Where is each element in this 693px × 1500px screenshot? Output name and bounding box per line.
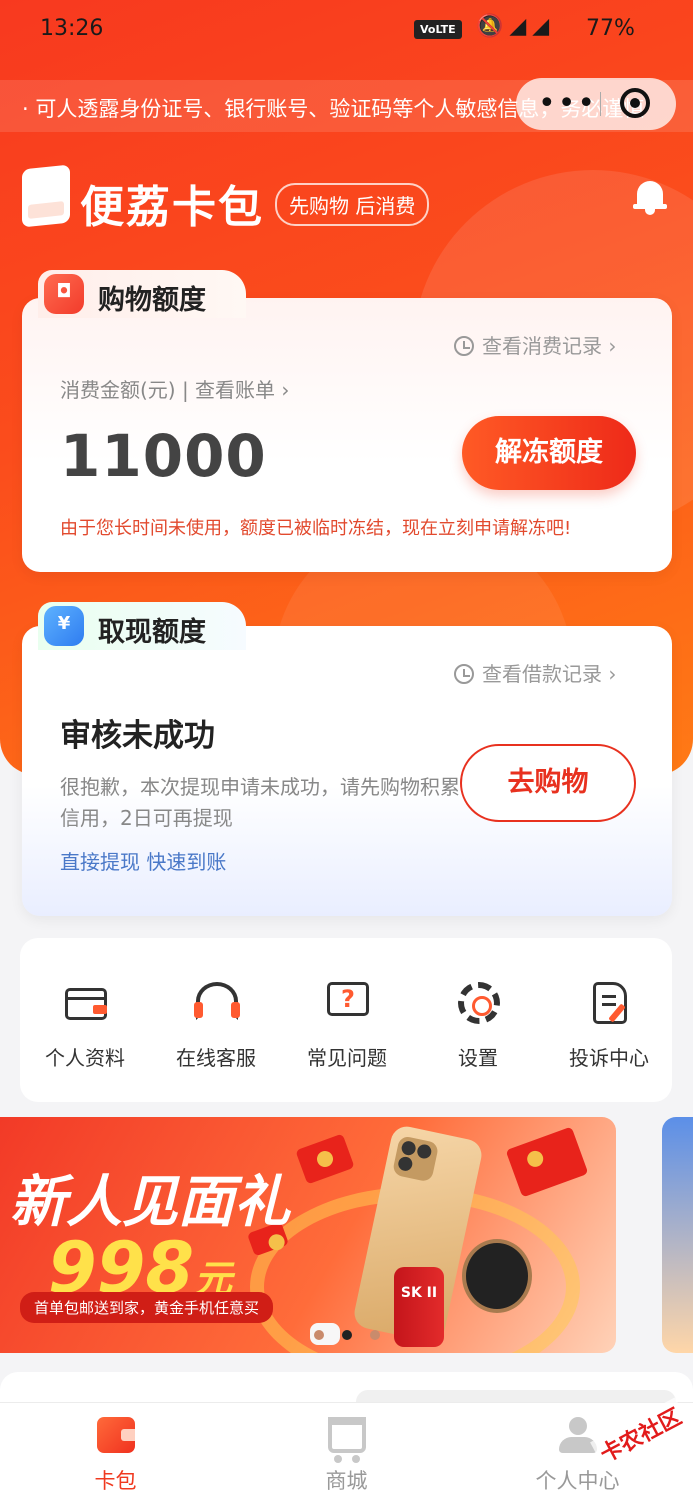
- battery-level: 77%: [586, 16, 635, 41]
- banner-headline: 新人见面礼: [10, 1170, 290, 1235]
- cash-quota-tab: ¥ 取现额度: [38, 602, 246, 650]
- quick-menu: 个人资料 在线客服 ? 常见问题 设置 投诉中心: [20, 938, 672, 1102]
- go-shopping-button[interactable]: 去购物: [460, 744, 636, 822]
- question-icon: ?: [327, 982, 369, 1016]
- close-miniapp-icon[interactable]: [620, 88, 650, 118]
- menu-label: 个人资料: [45, 1046, 125, 1070]
- red-envelope-icon: [505, 1126, 589, 1198]
- gear-icon: [458, 982, 500, 1024]
- volte-badge: VoLTE: [414, 20, 462, 39]
- review-description: 很抱歉，本次提现申请未成功，请先购物积累信用，2日可再提现: [60, 775, 460, 830]
- nav-wallet[interactable]: 卡包: [0, 1403, 231, 1500]
- quota-amount: 11000: [60, 422, 267, 490]
- complaint-doc-icon: [593, 982, 627, 1024]
- slogan-tag: 先购物 后消费: [275, 183, 430, 226]
- headset-icon: [194, 982, 240, 1020]
- next-banner-peek[interactable]: [662, 1117, 693, 1353]
- menu-faq[interactable]: ? 常见问题: [282, 978, 412, 1078]
- menu-online-service[interactable]: 在线客服: [151, 978, 281, 1078]
- status-time: 13:26: [40, 16, 104, 41]
- menu-label: 设置: [458, 1046, 498, 1070]
- unfreeze-button[interactable]: 解冻额度: [462, 416, 636, 490]
- review-status-title: 审核未成功: [60, 718, 215, 754]
- amount-label[interactable]: 消费金额(元) | 查看账单 ›: [60, 374, 289, 403]
- shopping-quota-card: 查看消费记录 › 消费金额(元) | 查看账单 › 11000 解冻额度 由于您…: [22, 298, 672, 572]
- consumption-history-link[interactable]: 查看消费记录 ›: [454, 330, 616, 359]
- app-name: 便荔卡包: [80, 182, 264, 233]
- shopping-bag-icon: ◘: [44, 274, 84, 314]
- signal-icon: 🔕◢◢: [476, 14, 556, 39]
- menu-label: 投诉中心: [569, 1046, 649, 1070]
- menu-settings[interactable]: 设置: [413, 978, 543, 1078]
- menu-label: 常见问题: [307, 1046, 387, 1070]
- cash-quota-title: 取现额度: [98, 617, 206, 648]
- more-icon[interactable]: •••: [538, 86, 597, 121]
- clock-icon: [454, 664, 474, 684]
- banner-subline: 首单包邮送到家，黄金手机任意买: [20, 1292, 274, 1323]
- status-bar: 13:26 VoLTE 🔕◢◢ 77%: [0, 0, 693, 62]
- miniapp-capsule: •••: [516, 78, 676, 130]
- bottom-nav: 卡包 商城 个人中心: [0, 1402, 693, 1500]
- menu-personal-info[interactable]: 个人资料: [20, 978, 150, 1078]
- menu-complaints[interactable]: 投诉中心: [544, 978, 674, 1078]
- nav-label: 商城: [325, 1469, 368, 1493]
- wallet-icon: [97, 1417, 135, 1453]
- capsule-divider: [600, 92, 601, 116]
- frozen-notice: 由于您长时间未使用，额度已被临时冻结，现在立刻申请解冻吧!: [60, 518, 572, 539]
- yuan-icon: ¥: [44, 606, 84, 646]
- carousel-indicator: [314, 1325, 398, 1344]
- loan-history-link[interactable]: 查看借款记录 ›: [454, 658, 616, 687]
- cart-icon: [328, 1417, 366, 1463]
- wallet-logo-icon: [22, 164, 70, 228]
- nav-label: 卡包: [94, 1469, 137, 1493]
- nav-label: 个人中心: [535, 1469, 620, 1493]
- red-envelope-icon: [295, 1133, 355, 1185]
- promo-banner[interactable]: SK II 新人见面礼 998元 首单包邮送到家，黄金手机任意买: [0, 1117, 616, 1353]
- bell-icon[interactable]: [632, 178, 668, 216]
- cash-quota-card: 查看借款记录 › 审核未成功 很抱歉，本次提现申请未成功，请先购物积累信用，2日…: [22, 626, 672, 916]
- direct-withdraw-link[interactable]: 直接提现 快速到账: [60, 846, 226, 875]
- clock-icon: [454, 336, 474, 356]
- shopping-quota-title: 购物额度: [98, 285, 206, 316]
- menu-label: 在线客服: [176, 1046, 256, 1070]
- shopping-quota-tab: ◘ 购物额度: [38, 270, 246, 318]
- id-card-icon: [65, 988, 107, 1020]
- nav-mall[interactable]: 商城: [231, 1403, 462, 1500]
- user-icon: [559, 1417, 597, 1453]
- skincare-product-image: SK II: [394, 1267, 444, 1347]
- watch-product-image: [462, 1239, 532, 1313]
